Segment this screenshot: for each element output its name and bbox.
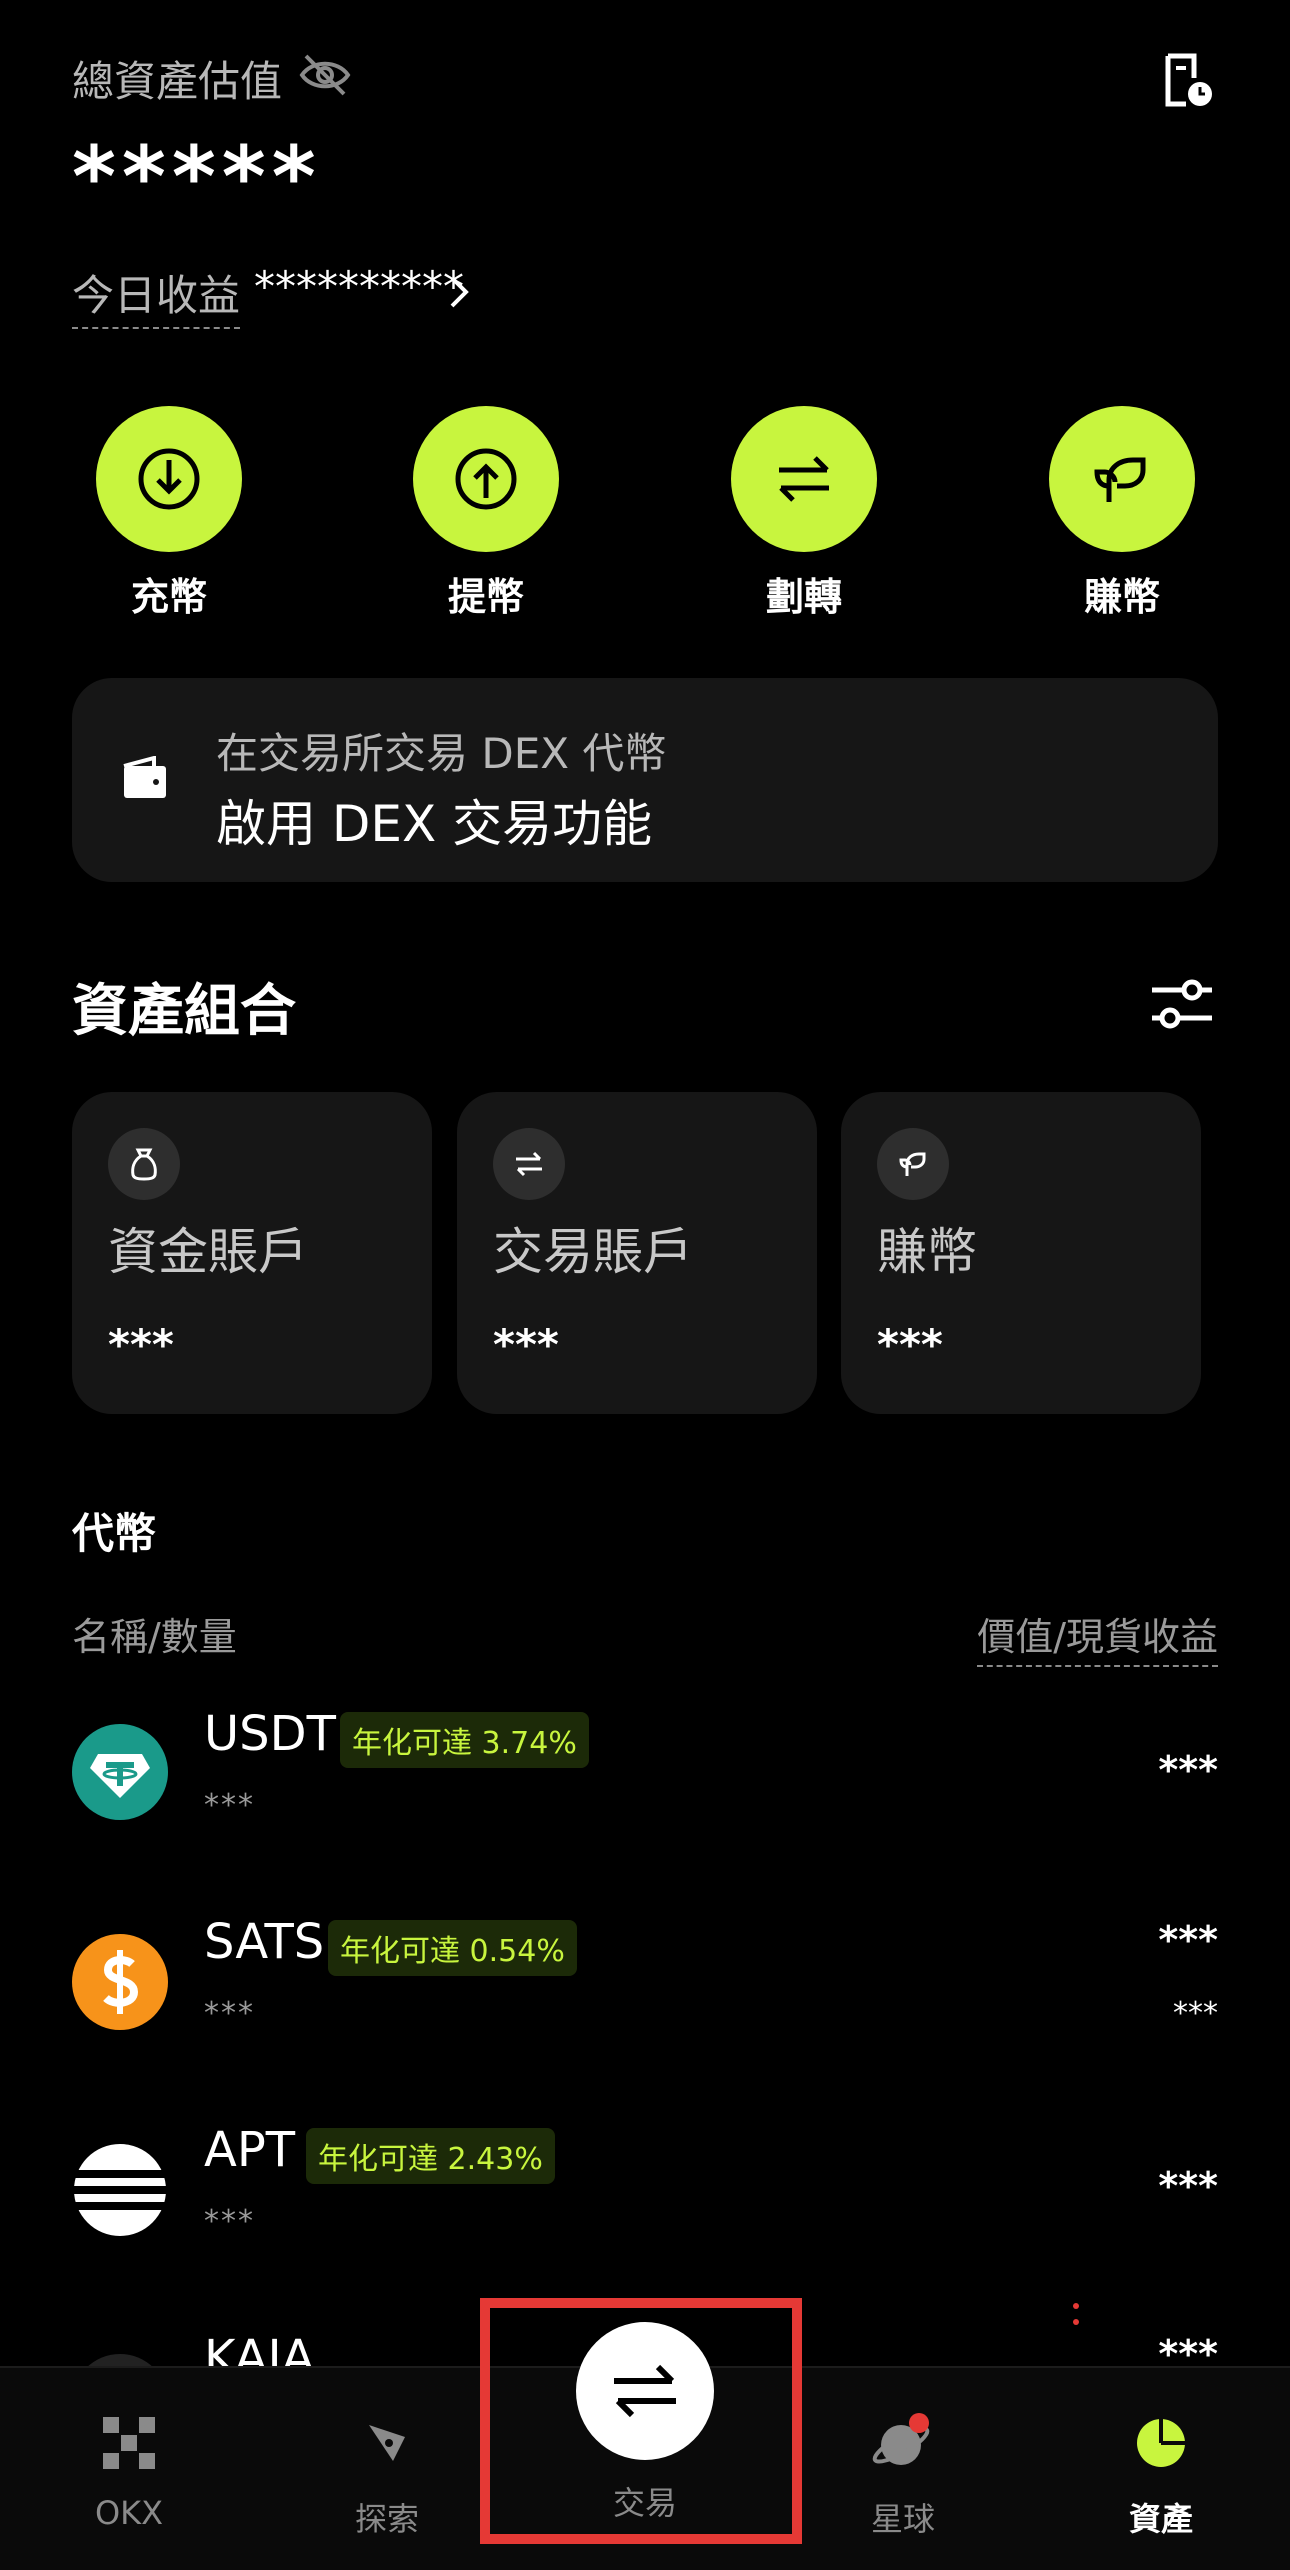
total-assets-value: ***** (72, 128, 322, 226)
pie-chart-icon (1137, 2419, 1185, 2467)
earn-leaf-icon (1049, 406, 1195, 552)
tokens-title: 代幣 (72, 1509, 157, 1558)
apy-badge: 年化可達 3.74% (340, 1712, 589, 1768)
token-row-sats[interactable]: SATS 年化可達 0.54% *** *** *** (0, 1908, 1290, 2108)
apy-badge: 年化可達 0.54% (328, 1920, 577, 1976)
token-value: *** (1158, 2164, 1218, 2208)
funding-account-name: 資金賬戶 (108, 1223, 308, 1281)
funding-account-card[interactable]: 資金賬戶 *** (72, 1092, 432, 1414)
more-dots-icon (1073, 2303, 1079, 2325)
token-quantity: *** (204, 1996, 255, 2031)
dex-card-subtitle: 在交易所交易 DEX 代幣 (216, 729, 667, 778)
transfer-button[interactable]: 劃轉 (731, 406, 877, 621)
history-document-icon[interactable] (1160, 52, 1216, 108)
usdt-logo-icon (72, 1724, 168, 1820)
transfer-icon (731, 406, 877, 552)
compass-icon (369, 2425, 405, 2461)
token-pnl: *** (1173, 1996, 1218, 2031)
earn-account-value: *** (877, 1320, 943, 1369)
token-quantity: *** (204, 1788, 255, 1823)
funding-account-value: *** (108, 1320, 174, 1369)
today-pnl-value[interactable]: ********** (254, 262, 464, 311)
tab-okx[interactable]: OKX (0, 2398, 258, 2532)
wallet-icon (123, 756, 166, 798)
apt-logo-icon (72, 2142, 168, 2238)
tab-label: 探索 (354, 2500, 419, 2538)
eye-off-icon[interactable] (298, 52, 352, 98)
token-symbol: USDT (204, 1706, 336, 1762)
earn-button[interactable]: 賺幣 (1049, 406, 1195, 621)
portfolio-title: 資產組合 (72, 979, 296, 1044)
earn-account-card[interactable]: 賺幣 *** (841, 1092, 1201, 1414)
column-value-pnl[interactable]: 價值/現貨收益 (977, 1606, 1218, 1667)
highlight-box (480, 2298, 802, 2544)
dex-card-title: 啟用 DEX 交易功能 (216, 795, 653, 853)
okx-logo-icon (103, 2417, 155, 2469)
tab-label: OKX (94, 2494, 164, 2532)
trading-account-value: *** (493, 1320, 559, 1369)
tab-planet[interactable]: 星球 (774, 2398, 1032, 2540)
transfer-label: 劃轉 (765, 575, 842, 619)
token-value: *** (1158, 1918, 1218, 1962)
tab-explore[interactable]: 探索 (258, 2398, 516, 2540)
withdraw-label: 提幣 (447, 575, 524, 619)
total-assets-label: 總資產估值 (72, 57, 283, 106)
token-row-apt[interactable]: APT 年化可達 2.43% *** *** (0, 2116, 1290, 2316)
filter-sliders-icon[interactable] (1150, 976, 1214, 1032)
tab-assets[interactable]: 資產 (1032, 2398, 1290, 2540)
earn-leaf-icon (877, 1128, 949, 1200)
transfer-icon (493, 1128, 565, 1200)
sats-logo-icon (72, 1934, 168, 2030)
column-name-qty: 名稱/數量 (72, 1615, 237, 1659)
earn-account-name: 賺幣 (877, 1223, 977, 1281)
withdraw-icon (413, 406, 559, 552)
deposit-label: 充幣 (130, 575, 207, 619)
dex-enable-card[interactable]: 在交易所交易 DEX 代幣 啟用 DEX 交易功能 (72, 678, 1218, 882)
chevron-right-icon[interactable] (446, 274, 472, 310)
trading-account-card[interactable]: 交易賬戶 *** (457, 1092, 817, 1414)
planet-icon (872, 2413, 930, 2465)
token-value: *** (1158, 1748, 1218, 1792)
apy-badge: 年化可達 2.43% (306, 2128, 555, 2184)
token-symbol: SATS (204, 1914, 325, 1970)
token-symbol: APT (204, 2122, 296, 2178)
token-row-usdt[interactable]: USDT 年化可達 3.74% *** *** (0, 1700, 1290, 1900)
token-quantity: *** (204, 2204, 255, 2239)
deposit-button[interactable]: 充幣 (96, 406, 242, 621)
withdraw-button[interactable]: 提幣 (413, 406, 559, 621)
trading-account-name: 交易賬戶 (493, 1223, 693, 1281)
deposit-icon (96, 406, 242, 552)
earn-label: 賺幣 (1083, 575, 1160, 619)
tab-label: 星球 (870, 2500, 935, 2538)
today-pnl-label[interactable]: 今日收益 (72, 262, 241, 329)
tab-label: 資產 (1128, 2500, 1193, 2538)
wallet-bag-icon (108, 1128, 180, 1200)
